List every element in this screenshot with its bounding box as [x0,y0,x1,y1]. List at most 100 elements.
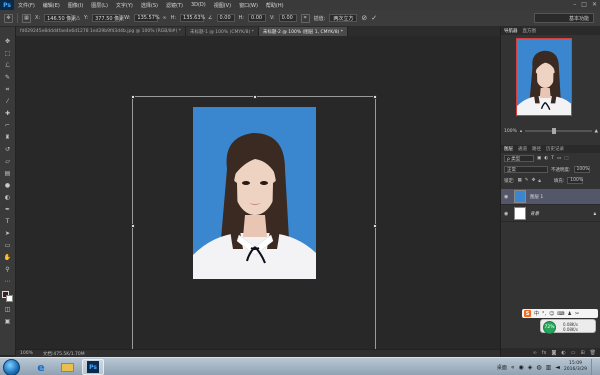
maximize-button[interactable]: □ [581,1,587,8]
menu-type[interactable]: 文字(Y) [112,2,137,9]
more-tools-icon[interactable]: ⋯ [3,277,13,286]
menu-image[interactable]: 图像(I) [64,2,87,9]
clone-stamp-tool-icon[interactable]: ♜ [3,133,13,142]
pen-tool-icon[interactable]: ✒ [3,205,13,214]
delta-icon[interactable]: △ [76,15,80,21]
zoom-slider-knob[interactable] [551,128,556,134]
document-size[interactable]: 文档:475.5K/1.70M [43,351,85,357]
warp-icon[interactable]: ⌗ [300,13,310,23]
path-select-tool-icon[interactable]: ➤ [3,229,13,238]
healing-brush-tool-icon[interactable]: ✚ [3,109,13,118]
crop-tool-icon[interactable]: ⌗ [3,85,13,94]
filter-shape-icon[interactable]: ▭ [557,156,561,161]
navigator-zoom-value[interactable]: 100% [504,129,517,134]
tab-history[interactable]: 历史记录 [546,146,564,152]
filter-smart-icon[interactable]: ⬚ [564,156,568,161]
shape-tool-icon[interactable]: ▭ [3,241,13,250]
navigator-thumbnail[interactable] [516,38,572,116]
menu-file[interactable]: 文件(F) [14,2,39,9]
fill-field[interactable]: 100% [567,177,584,184]
layer-name[interactable]: 图层 1 [530,194,543,200]
height-field[interactable]: 135.63% [180,14,205,22]
layer-name[interactable]: 背景 [530,211,539,217]
delete-layer-icon[interactable]: 🗑︎ [590,350,596,356]
show-desktop-button[interactable] [591,359,596,375]
reference-point-icon[interactable]: ▦ [22,13,31,23]
tab-channels[interactable]: 通道 [518,146,527,152]
zoom-tool-icon[interactable]: ⚲ [3,265,13,274]
emoji-icon[interactable]: ☺ [549,311,554,317]
close-button[interactable]: ✕ [592,1,597,8]
menu-view[interactable]: 视图(V) [210,2,235,9]
layer-row[interactable]: ◉ 背景 🔒︎ [501,206,600,222]
id-photo[interactable] [193,107,316,279]
transform-handle[interactable] [131,224,135,228]
punctuation-icon[interactable]: °, [542,311,546,317]
color-swatches[interactable] [2,291,13,302]
minimize-button[interactable]: – [573,1,576,8]
filter-adjust-icon[interactable]: ◐ [544,156,548,161]
transform-handle[interactable] [373,224,377,228]
start-button[interactable] [3,359,20,375]
eyedropper-tool-icon[interactable]: ⁄ [3,97,13,106]
volume-icon[interactable]: ◄ [555,364,560,371]
gradient-tool-icon[interactable]: ▤ [3,169,13,178]
hskew-field[interactable]: 0.00 [247,14,266,22]
visibility-eye-icon[interactable]: ◉ [504,211,510,217]
cancel-transform-icon[interactable]: ⊘ [361,14,367,22]
type-tool-icon[interactable]: T [3,217,13,226]
new-layer-icon[interactable]: ⊞ [580,350,584,356]
marquee-tool-icon[interactable]: ⬚ [3,49,13,58]
fx-icon[interactable]: fx [542,350,547,356]
history-brush-tool-icon[interactable]: ↺ [3,145,13,154]
vskew-field[interactable]: 0.00 [278,14,297,22]
quick-mask-icon[interactable]: ◫ [3,305,13,314]
dodge-tool-icon[interactable]: ◐ [3,193,13,202]
canvas-area[interactable] [16,36,500,349]
navigator-zoom-slider[interactable] [525,128,592,134]
menu-window[interactable]: 窗口(W) [235,2,262,9]
taskbar-ie-icon[interactable]: e [30,359,52,375]
menu-filter[interactable]: 滤镜(T) [162,2,187,9]
network-icon[interactable]: ▥ [546,364,552,371]
tab-navigator[interactable]: 导航器 [504,28,518,34]
document-tab[interactable]: fd029245e8ddd4fae4e6d1278 1ed29b9f43d4b.… [16,27,186,36]
eraser-tool-icon[interactable]: ▱ [3,157,13,166]
sogou-ime-bar[interactable]: S 中 °, ☺ ⌨ ♟ ✂ [522,309,598,318]
tab-paths[interactable]: 路径 [532,146,541,152]
menu-help[interactable]: 帮助(H) [262,2,288,9]
lasso-tool-icon[interactable]: ℒ [3,61,13,70]
filter-image-icon[interactable]: ▣ [537,156,541,161]
tray-app-icon[interactable]: ◍ [536,364,541,371]
skin-icon[interactable]: ♟ [568,311,572,317]
transform-handle[interactable] [253,95,257,99]
ime-mode[interactable]: 中 [534,310,539,317]
blur-tool-icon[interactable]: ● [3,181,13,190]
keyboard-icon[interactable]: ⌨ [557,311,564,317]
workspace-switcher[interactable]: 基本功能 [534,13,594,23]
tray-app-icon[interactable]: ◈ [528,364,533,371]
x-field[interactable]: 146.50 像素 [44,14,76,22]
tab-histogram[interactable]: 直方图 [523,28,537,34]
zoom-readout[interactable]: 100% [20,351,33,356]
menu-edit[interactable]: 编辑(E) [39,2,64,9]
width-field[interactable]: 135.57% [134,14,160,22]
screen-mode-icon[interactable]: ▣ [3,317,13,326]
lock-pixels-icon[interactable]: ▦ [518,178,522,183]
lock-all-icon[interactable]: 🔒︎ [538,178,540,184]
tray-arrow-icon[interactable]: « [511,364,515,371]
angle-field[interactable]: 0.00 [216,14,235,22]
network-speed-widget[interactable]: 72% 0.08K/s 0.08K/s [540,319,596,334]
link-icon[interactable]: ∞ [162,15,166,21]
document-tab[interactable]: 未标题-1 @ 100% (CMYK/8) * [185,27,259,36]
tab-layers[interactable]: 图层 [504,146,513,152]
brush-tool-icon[interactable]: ⌐ [3,121,13,130]
background-color-swatch[interactable] [6,295,13,302]
taskbar-folder-icon[interactable] [56,359,78,375]
zoom-in-icon[interactable]: ▲ [595,129,598,134]
filter-type-icon[interactable]: T [551,156,554,161]
commit-transform-icon[interactable]: ✓ [371,14,377,22]
menu-select[interactable]: 选择(S) [137,2,162,9]
transform-handle[interactable] [131,95,135,99]
move-tool-preset-icon[interactable]: ✥ [4,13,13,23]
